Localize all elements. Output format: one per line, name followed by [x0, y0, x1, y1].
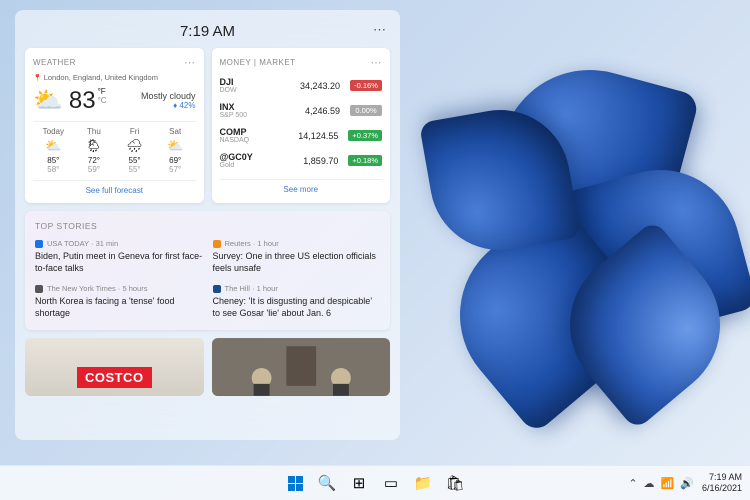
taskbar-clock[interactable]: 7:19 AM 6/16/2021 [702, 472, 742, 494]
system-tray[interactable]: ⌃ ☁ 📶 🔊 [628, 477, 694, 490]
news-item[interactable]: Reuters · 1 hourSurvey: One in three US … [213, 239, 381, 274]
news-item[interactable]: The Hill · 1 hourCheney: 'It is disgusti… [213, 284, 381, 319]
widgets-time: 7:19 AM [180, 23, 235, 40]
costco-logo: COSTCO [77, 367, 152, 388]
weather-location: London, England, United Kingdom [33, 73, 196, 82]
wifi-icon[interactable]: 📶 [661, 477, 675, 490]
stock-row[interactable]: COMPNASDAQ14,124.55+0.37% [220, 123, 383, 148]
market-more-icon[interactable]: ⋯ [371, 56, 383, 69]
widgets-icon[interactable]: ▭ [378, 470, 404, 496]
widgets-header: 7:19 AM ⋯ [25, 18, 390, 44]
stock-row[interactable]: DJIDOW34,243.20-0.16% [220, 73, 383, 98]
volume-icon[interactable]: 🔊 [680, 477, 694, 490]
news-thumbnail[interactable] [212, 338, 391, 396]
top-stories-card: TOP STORIES USA TODAY · 31 minBiden, Put… [25, 211, 390, 330]
file-explorer-icon[interactable]: 📁 [410, 470, 436, 496]
weather-forecast: Today⛅85°58° Thu🌦72°59° Fri🌧55°55° Sat⛅6… [33, 121, 196, 174]
news-item[interactable]: USA TODAY · 31 minBiden, Putin meet in G… [35, 239, 203, 274]
search-icon[interactable]: 🔍 [314, 470, 340, 496]
store-icon[interactable]: 🛍 [442, 470, 468, 496]
start-button[interactable] [282, 470, 308, 496]
news-item[interactable]: The New York Times · 5 hoursNorth Korea … [35, 284, 203, 319]
stock-row[interactable]: INXS&P 5004,246.590.00% [220, 98, 383, 123]
top-stories-title: TOP STORIES [35, 221, 380, 231]
weather-temperature: 83 °F°C [69, 87, 107, 115]
weather-condition-icon: ⛅ [33, 86, 63, 115]
chevron-up-icon[interactable]: ⌃ [628, 477, 637, 490]
market-see-more-link[interactable]: See more [220, 179, 383, 194]
task-view-icon[interactable]: ⊞ [346, 470, 372, 496]
market-card[interactable]: MONEY | MARKET ⋯ DJIDOW34,243.20-0.16%IN… [212, 48, 391, 203]
market-title: MONEY | MARKET [220, 58, 296, 67]
news-thumbnail[interactable]: COSTCO [25, 338, 204, 396]
onedrive-icon[interactable]: ☁ [644, 477, 655, 490]
weather-condition-text: Mostly cloudy ♦ 42% [141, 91, 196, 110]
weather-card[interactable]: WEATHER ⋯ London, England, United Kingdo… [25, 48, 204, 203]
bloom-graphic [400, 50, 750, 430]
weather-full-forecast-link[interactable]: See full forecast [33, 180, 196, 195]
widgets-panel: 7:19 AM ⋯ WEATHER ⋯ London, England, Uni… [15, 10, 400, 440]
stock-row[interactable]: @GC0YGold1,859.70+0.18% [220, 148, 383, 173]
taskbar: 🔍 ⊞ ▭ 📁 🛍 ⌃ ☁ 📶 🔊 7:19 AM 6/16/2021 [0, 465, 750, 500]
weather-title: WEATHER [33, 58, 76, 67]
weather-more-icon[interactable]: ⋯ [184, 56, 196, 69]
widgets-more-icon[interactable]: ⋯ [373, 22, 386, 38]
